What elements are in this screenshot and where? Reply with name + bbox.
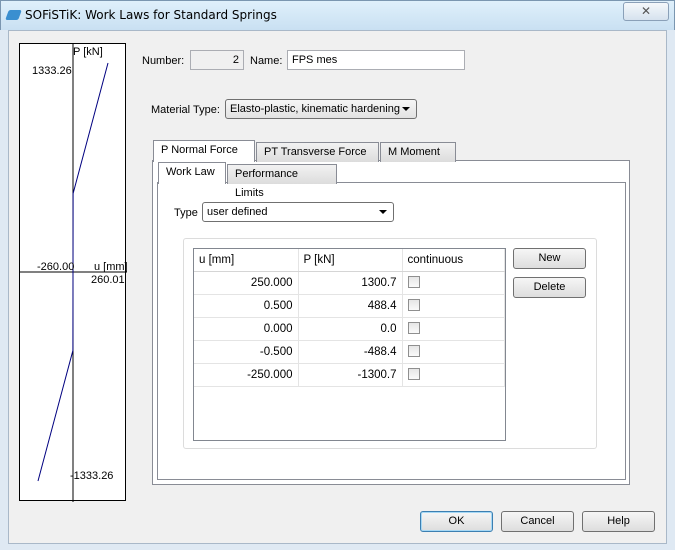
work-law-chart: P [kN] 1333.26 -260.00 u [mm] 260.01 -13… (19, 43, 128, 502)
cell-continuous[interactable] (402, 294, 505, 318)
cell-p[interactable]: -1300.7 (298, 363, 403, 387)
cell-p[interactable]: 488.4 (298, 294, 403, 318)
column-header-u[interactable]: u [mm] (194, 249, 299, 272)
y-axis-label: P [kN] (73, 46, 103, 58)
ok-button[interactable]: OK (420, 511, 493, 532)
name-field[interactable]: FPS mes (287, 50, 465, 70)
tab-moment[interactable]: M Moment (380, 142, 456, 162)
number-label: Number: (142, 55, 185, 67)
cell-u[interactable]: -250.000 (194, 363, 299, 387)
chevron-down-icon (402, 107, 410, 111)
type-value: user defined (207, 206, 268, 218)
cell-p[interactable]: -488.4 (298, 340, 403, 364)
close-button[interactable]: ✕ (623, 2, 669, 21)
continuous-checkbox[interactable] (407, 322, 420, 335)
empty-row (194, 409, 505, 432)
x-max-label: 260.01 (91, 274, 125, 286)
material-type-select[interactable]: Elasto-plastic, kinematic hardening (225, 99, 417, 119)
tab-performance-limits[interactable]: Performance Limits (227, 164, 337, 199)
tab-work-law[interactable]: Work Law (158, 162, 226, 184)
cell-continuous[interactable] (402, 340, 505, 364)
points-table: u [mm] P [kN] continuous 250.000 1300.7 0.50… (194, 249, 505, 432)
cell-continuous[interactable] (402, 363, 505, 387)
cell-continuous[interactable] (402, 317, 505, 341)
name-label: Name: (250, 55, 283, 67)
window-title: SOFiSTiK: Work Laws for Standard Springs (25, 8, 277, 22)
material-type-value: Elasto-plastic, kinematic hardening (230, 103, 400, 115)
type-select[interactable]: user defined (202, 202, 394, 222)
cancel-button[interactable]: Cancel (501, 511, 574, 532)
table-row[interactable]: -250.000 -1300.7 (194, 363, 505, 387)
delete-button[interactable]: Delete (513, 277, 586, 298)
x-axis-label: u [mm] (94, 261, 128, 273)
tab-transverse-force[interactable]: PT Transverse Force (256, 142, 379, 162)
cell-u[interactable]: 0.500 (194, 294, 299, 318)
x-min-label: -260.00 (37, 261, 75, 273)
table-row[interactable]: 0.000 0.0 (194, 317, 505, 341)
column-header-continuous[interactable]: continuous (402, 249, 505, 272)
table-row[interactable]: 250.000 1300.7 (194, 271, 505, 295)
app-icon (5, 10, 22, 20)
empty-row (194, 386, 505, 409)
number-field[interactable]: 2 (190, 50, 244, 70)
continuous-checkbox[interactable] (407, 299, 420, 312)
new-button[interactable]: New (513, 248, 586, 269)
cell-u[interactable]: 0.000 (194, 317, 299, 341)
close-icon: ✕ (640, 4, 652, 18)
cell-continuous[interactable] (402, 271, 505, 295)
cell-u[interactable]: 250.000 (194, 271, 299, 295)
table-row[interactable]: 0.500 488.4 (194, 294, 505, 318)
title-bar: SOFiSTiK: Work Laws for Standard Springs… (0, 0, 675, 30)
type-label: Type (174, 207, 198, 219)
continuous-checkbox[interactable] (407, 368, 420, 381)
chevron-down-icon (379, 210, 387, 214)
continuous-checkbox[interactable] (407, 276, 420, 289)
cell-p[interactable]: 0.0 (298, 317, 403, 341)
y-min-label: -1333.26 (70, 470, 114, 482)
continuous-checkbox[interactable] (407, 345, 420, 358)
cell-p[interactable]: 1300.7 (298, 271, 403, 295)
material-type-label: Material Type: (151, 104, 220, 116)
table-row[interactable]: -0.500 -488.4 (194, 340, 505, 364)
help-button[interactable]: Help (582, 511, 655, 532)
y-max-label: 1333.26 (32, 65, 72, 77)
tab-normal-force[interactable]: P Normal Force (153, 140, 255, 162)
cell-u[interactable]: -0.500 (194, 340, 299, 364)
column-header-p[interactable]: P [kN] (298, 249, 403, 272)
